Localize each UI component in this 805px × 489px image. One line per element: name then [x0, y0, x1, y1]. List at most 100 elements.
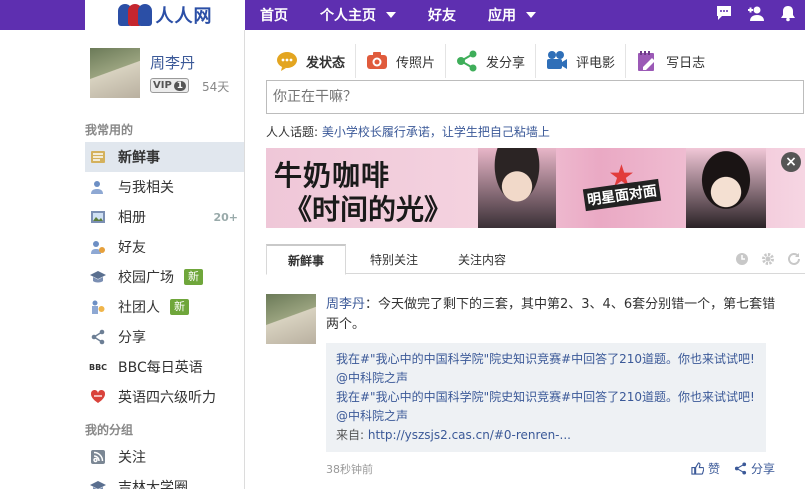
- gear-icon[interactable]: [761, 252, 775, 266]
- movie-camera-icon: [546, 50, 568, 72]
- related-to-me-icon: [90, 179, 106, 195]
- quote-mention[interactable]: @中科院之声: [336, 369, 756, 388]
- topic-link[interactable]: 美小学校长履行承诺，让学生把自己粘墙上: [322, 125, 550, 139]
- tab-post-share[interactable]: 发分享: [446, 44, 537, 78]
- news-feed-icon: [90, 149, 106, 165]
- top-bar: 人人网 首页 个人主页 好友 应用: [0, 0, 805, 30]
- add-friend-icon[interactable]: [747, 4, 765, 22]
- profile-name[interactable]: 周李丹: [150, 52, 195, 73]
- nav-home[interactable]: 首页: [260, 5, 288, 25]
- share-icon: [90, 329, 106, 345]
- sidebar-item-label: 校园广场: [118, 270, 174, 286]
- photo-album-icon: [90, 209, 106, 225]
- left-sidebar: 周李丹 VIP 1 54天 我常用的 新鲜事 与我相关 相册 20+ 好友 校园广…: [85, 30, 245, 489]
- album-count: 20+: [213, 210, 238, 224]
- feed-avatar[interactable]: [266, 294, 316, 344]
- banner-badge-label: 明星面对面: [582, 178, 662, 212]
- logo-mark: 人人网: [117, 2, 213, 28]
- sidebar-item-label: 吉林大学圈: [118, 480, 188, 489]
- vip-days: 54天: [202, 80, 230, 94]
- sidebar-item-club[interactable]: 社团人 新: [85, 292, 244, 322]
- nav-apps[interactable]: 应用: [488, 5, 536, 25]
- source-link[interactable]: http://yszsjs2.cas.cn/#0-renren-...: [368, 428, 571, 442]
- sidebar-item-follow[interactable]: 关注: [85, 442, 244, 472]
- renren-logo[interactable]: 人人网: [85, 0, 245, 30]
- sidebar-item-label: 与我相关: [118, 180, 174, 196]
- new-badge: 新: [184, 269, 203, 285]
- close-icon[interactable]: ×: [781, 152, 801, 172]
- section-common-title: 我常用的: [85, 123, 134, 137]
- chevron-down-icon: [386, 12, 396, 18]
- nav-friends[interactable]: 好友: [428, 5, 456, 25]
- quote-line[interactable]: 我在#"我心中的中国科学院"院史知识竞赛#中回答了210道题。你也来试试吧!: [336, 350, 756, 369]
- friends-icon: [90, 239, 106, 255]
- source-label: 来自:: [336, 428, 365, 442]
- feed-actions: 赞 分享: [691, 460, 775, 477]
- nav-profile-label: 个人主页: [320, 8, 376, 24]
- feed-tabs: 新鲜事 特别关注 关注内容: [266, 244, 805, 275]
- tab-followed-content[interactable]: 关注内容: [442, 244, 522, 274]
- sidebar-item-label: 关注: [118, 450, 146, 466]
- chat-bubble-icon[interactable]: [715, 4, 733, 22]
- nav-home-label: 首页: [260, 8, 288, 24]
- sidebar-item-bbc-english[interactable]: BBC BBC每日英语: [85, 352, 244, 382]
- avatar[interactable]: [90, 48, 140, 98]
- status-input[interactable]: [266, 80, 804, 114]
- main-nav: 首页 个人主页 好友 应用: [260, 0, 568, 30]
- thumbs-up-icon: [691, 462, 704, 475]
- banner-star-badge: ★ 明星面对面: [582, 162, 662, 212]
- tab-news-feed[interactable]: 新鲜事: [266, 244, 346, 275]
- sidebar-item-photo-album[interactable]: 相册 20+: [85, 202, 244, 232]
- feed-tools: [735, 252, 801, 266]
- tab-review-movie[interactable]: 评电影: [536, 44, 627, 78]
- feed-post-text: 周李丹：今天做完了剩下的三套，其中第2、3、4、6套分别错一个，第七套错两个。: [326, 295, 781, 335]
- promo-banner[interactable]: 牛奶咖啡 《时间的光》 ★ 明星面对面 ×: [266, 148, 805, 228]
- tab-label: 发分享: [486, 55, 526, 71]
- sidebar-item-english-listening[interactable]: 英语四六级听力: [85, 382, 244, 412]
- bell-icon[interactable]: [779, 4, 797, 22]
- clock-icon[interactable]: [735, 252, 749, 266]
- like-button[interactable]: 赞: [691, 460, 720, 477]
- banner-artist-photo-2: [686, 148, 766, 228]
- tab-label: 评电影: [576, 55, 616, 71]
- share-nodes-icon: [456, 50, 478, 72]
- nav-profile[interactable]: 个人主页: [320, 5, 396, 25]
- nav-apps-label: 应用: [488, 8, 516, 24]
- vip-badge[interactable]: VIP 1: [150, 78, 190, 93]
- camera-icon: [366, 50, 388, 72]
- feed-author[interactable]: 周李丹: [326, 297, 365, 312]
- tab-write-blog[interactable]: 写日志: [626, 44, 715, 78]
- tab-upload-photo[interactable]: 传照片: [356, 44, 447, 78]
- sidebar-item-friends[interactable]: 好友: [85, 232, 244, 262]
- tab-special-follow[interactable]: 特别关注: [354, 244, 434, 274]
- tab-label: 发状态: [306, 55, 346, 71]
- campus-plaza-icon: [90, 269, 106, 285]
- hot-topic: 人人话题: 美小学校长履行承诺，让学生把自己粘墙上: [266, 123, 550, 140]
- sidebar-item-label: BBC每日英语: [118, 360, 203, 376]
- banner-artist-photo: [478, 148, 556, 228]
- tab-post-status[interactable]: 发状态: [266, 44, 357, 78]
- quote-mention[interactable]: @中科院之声: [336, 407, 756, 426]
- sidebar-item-campus-plaza[interactable]: 校园广场 新: [85, 262, 244, 292]
- like-label: 赞: [707, 462, 720, 476]
- university-circle-icon: [90, 479, 106, 489]
- sidebar-item-label: 好友: [118, 240, 146, 256]
- feed-content: ：今天做完了剩下的三套，其中第2、3、4、6套分别错一个，第七套错两个。: [326, 297, 776, 332]
- quote-line[interactable]: 我在#"我心中的中国科学院"院史知识竞赛#中回答了210道题。你也来试试吧!: [336, 388, 756, 407]
- sidebar-item-related-to-me[interactable]: 与我相关: [85, 172, 244, 202]
- feed-time: 38秒钟前: [326, 463, 373, 476]
- vip-label: VIP: [153, 80, 172, 91]
- sidebar-item-news-feed[interactable]: 新鲜事: [85, 142, 244, 172]
- refresh-icon[interactable]: [787, 252, 801, 266]
- sidebar-item-label: 英语四六级听力: [118, 390, 216, 406]
- logo-text: 人人网: [155, 6, 213, 27]
- follow-icon: [90, 449, 106, 465]
- renren-logo-icon: [117, 4, 152, 26]
- share-button[interactable]: 分享: [734, 460, 775, 477]
- section-groups-title: 我的分组: [85, 423, 134, 437]
- sidebar-item-share[interactable]: 分享: [85, 322, 244, 352]
- english-listening-icon: [90, 389, 106, 405]
- main-content: 发状态 传照片 发分享 评电影 写日志 人人话题: 美小学校长履行承诺，让学生把…: [246, 30, 805, 489]
- sidebar-item-university-circle[interactable]: 吉林大学圈: [85, 472, 244, 489]
- topic-label: 人人话题:: [266, 125, 319, 139]
